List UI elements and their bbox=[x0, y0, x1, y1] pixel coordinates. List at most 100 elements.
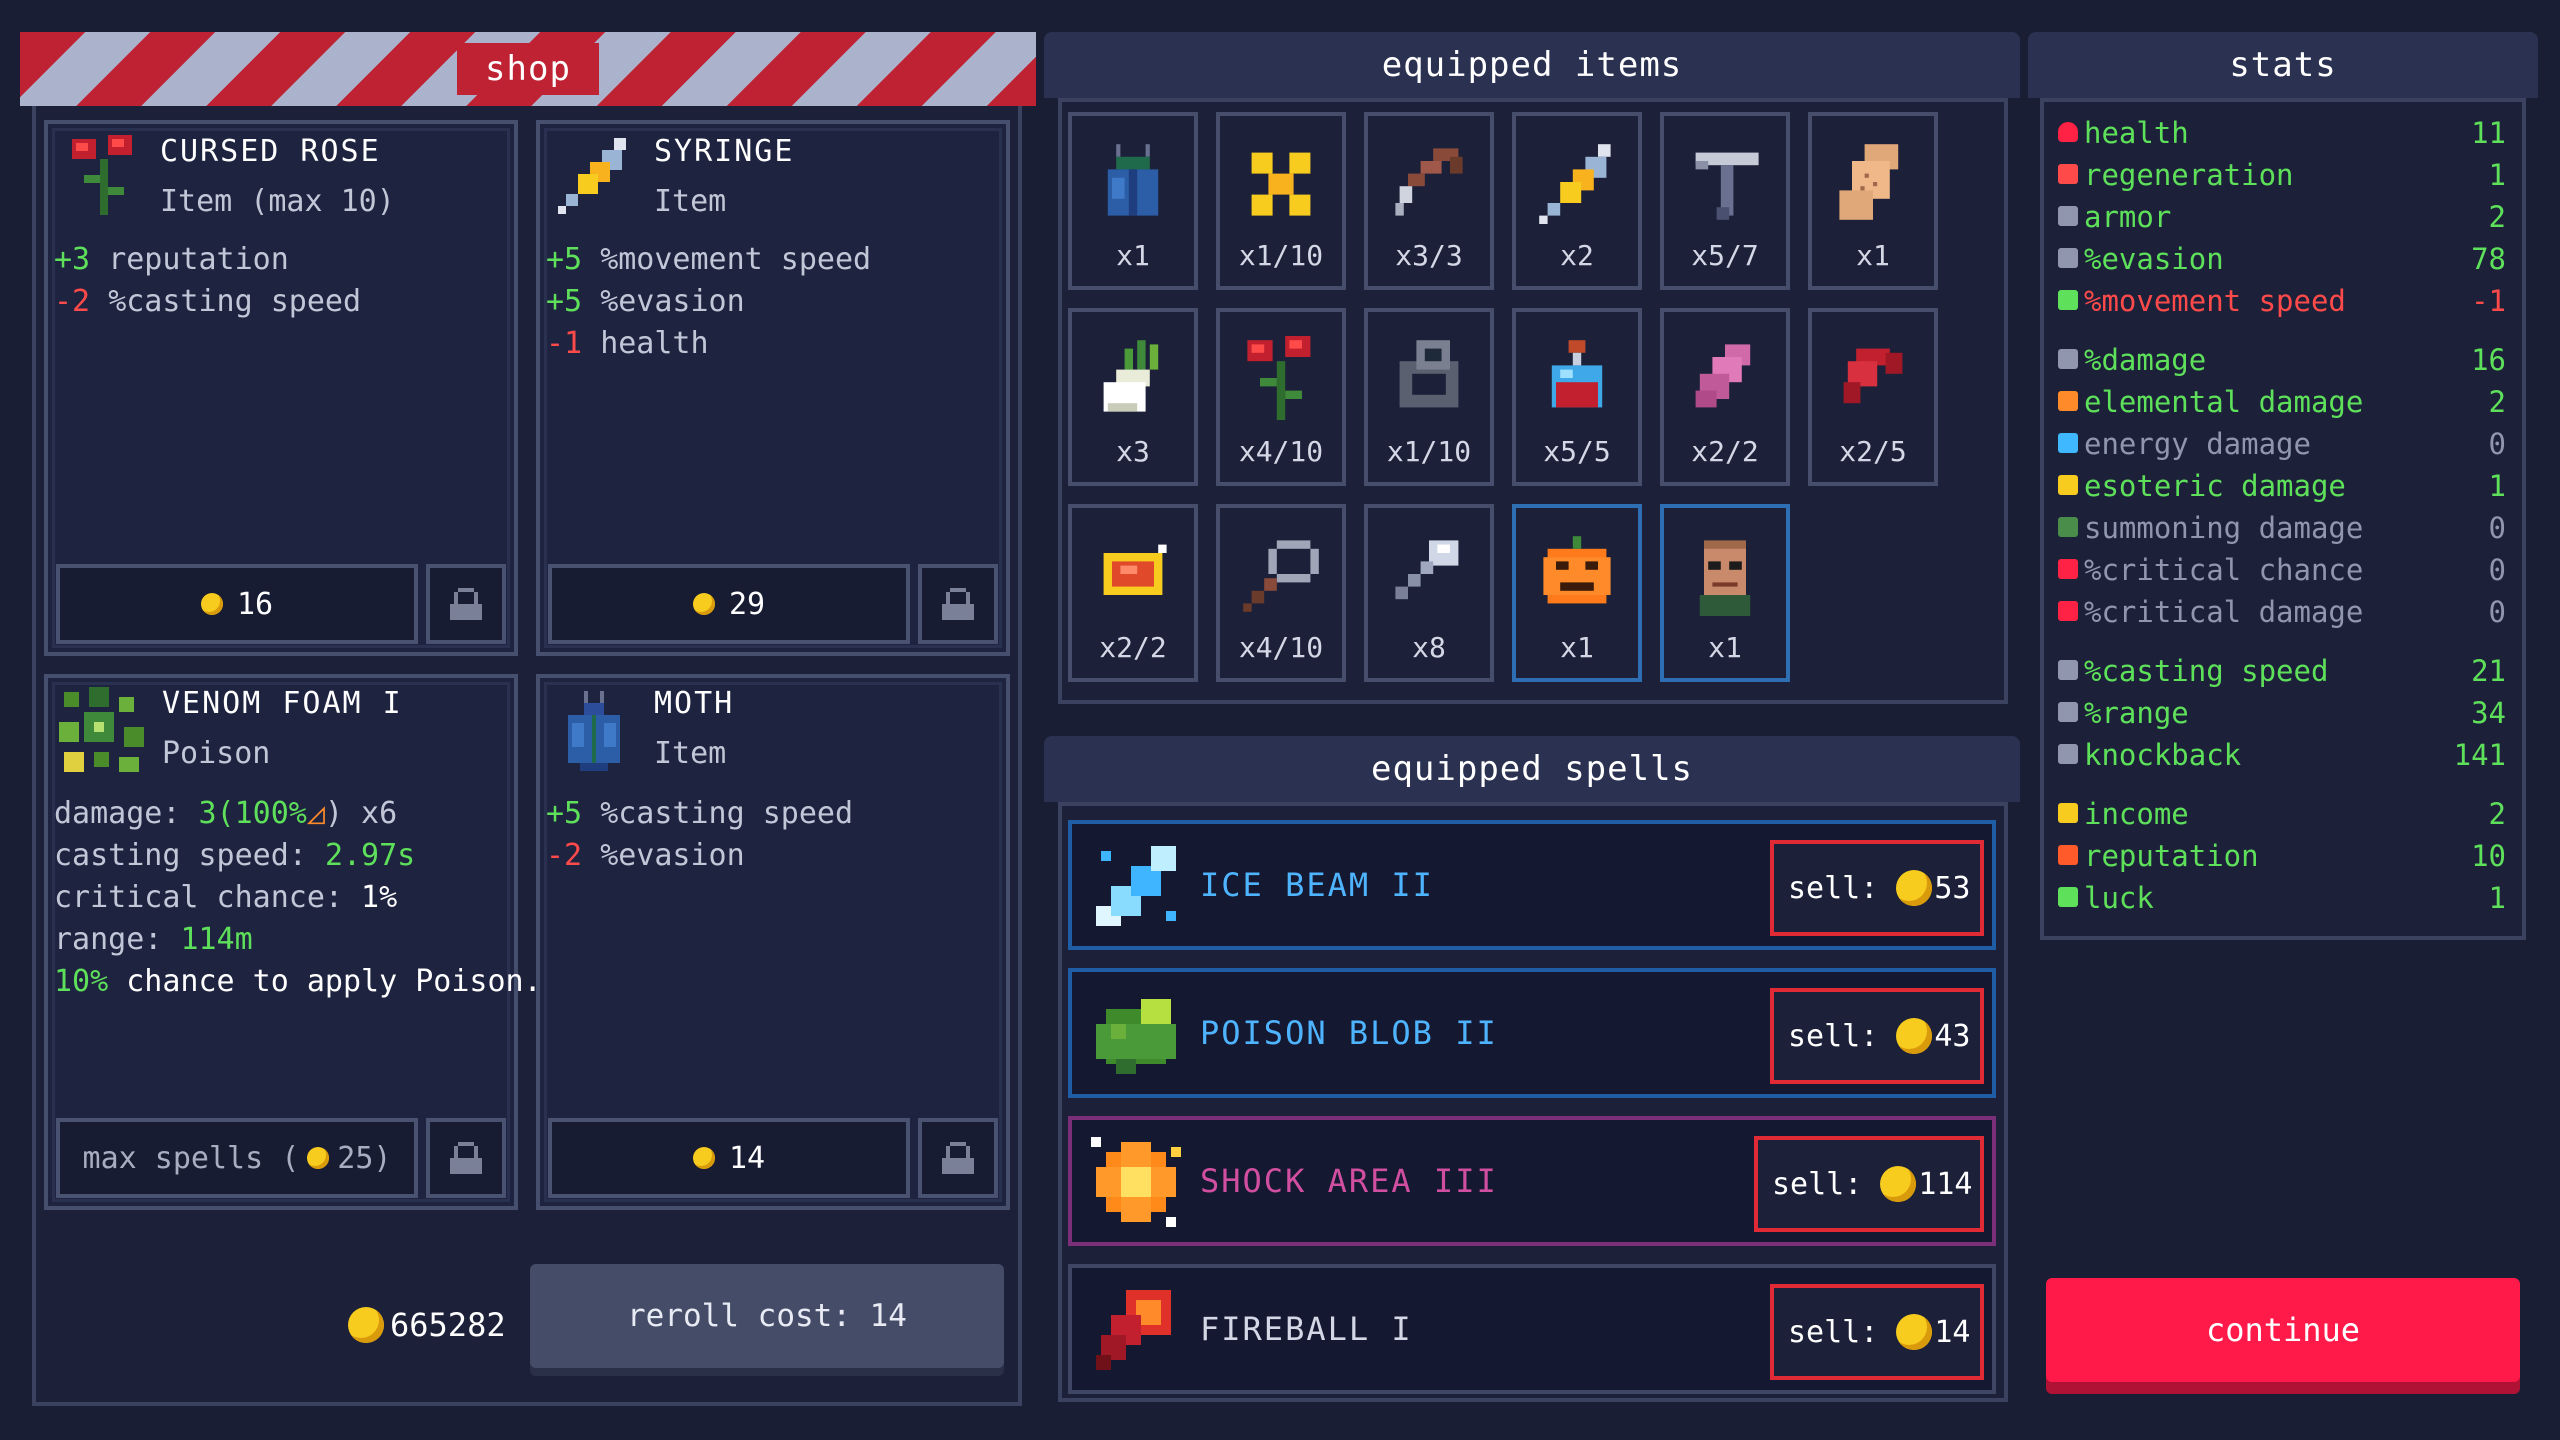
stat-row: armor 2 bbox=[2058, 200, 2506, 234]
stat-label: armor bbox=[2084, 200, 2172, 234]
buy-button[interactable]: 29 bbox=[548, 564, 910, 644]
stat-row: reputation 10 bbox=[2058, 839, 2506, 873]
coin-icon bbox=[1880, 1166, 1917, 1202]
crit-chance-icon bbox=[2058, 559, 2078, 579]
item-slot[interactable]: x4/10 bbox=[1216, 308, 1346, 486]
item-slot[interactable]: x2/2 bbox=[1068, 504, 1198, 682]
coin-icon bbox=[692, 593, 715, 615]
item-count: x1 bbox=[1560, 631, 1594, 664]
stat-row: energy damage 0 bbox=[2058, 427, 2506, 461]
stat-value: 10 bbox=[2471, 839, 2506, 873]
damage-icon bbox=[2058, 349, 2078, 369]
sell-button[interactable]: sell: 43 bbox=[1770, 988, 1984, 1084]
stat-row: %damage 16 bbox=[2058, 343, 2506, 377]
stat-row: knockback 141 bbox=[2058, 738, 2506, 772]
buy-button[interactable]: 16 bbox=[56, 564, 418, 644]
continue-button[interactable]: continue bbox=[2046, 1278, 2520, 1382]
item-count: x2 bbox=[1560, 239, 1594, 272]
item-slot[interactable]: x2/2 bbox=[1660, 308, 1790, 486]
sell-button[interactable]: sell: 53 bbox=[1770, 840, 1984, 936]
stat-value: -1 bbox=[2471, 284, 2506, 318]
reroll-button[interactable]: reroll cost: 14 bbox=[530, 1264, 1004, 1368]
sell-label: sell: bbox=[1788, 1314, 1879, 1350]
card-type: Item bbox=[654, 736, 727, 771]
stat-label: summoning damage bbox=[2084, 511, 2364, 545]
stat-value: 34 bbox=[2471, 696, 2506, 730]
item-slot[interactable]: x1/10 bbox=[1216, 112, 1346, 290]
price: 14 bbox=[728, 1140, 766, 1176]
lock-button[interactable] bbox=[426, 564, 506, 644]
stat-label: health bbox=[2084, 116, 2189, 150]
item-slot[interactable]: x5/5 bbox=[1512, 308, 1642, 486]
spell-row[interactable]: ICE BEAM II sell: 53 bbox=[1068, 820, 1996, 950]
coin-icon bbox=[200, 593, 223, 615]
stat-label: reputation bbox=[2084, 839, 2259, 873]
stat-row: summoning damage 0 bbox=[2058, 511, 2506, 545]
item-slot[interactable]: x2 bbox=[1512, 112, 1642, 290]
rose-icon bbox=[1247, 336, 1311, 420]
item-slot[interactable]: x5/7 bbox=[1660, 112, 1790, 290]
spell-stat-line: casting speed: 2.97s bbox=[54, 838, 416, 873]
coin-icon bbox=[1896, 1314, 1933, 1350]
eraser-icon bbox=[1695, 344, 1751, 408]
spell-name: POISON BLOB II bbox=[1200, 1014, 1498, 1052]
sell-button[interactable]: sell: 14 bbox=[1770, 1284, 1984, 1380]
wand-icon bbox=[2058, 660, 2078, 680]
effect-line: +5 %movement speed bbox=[546, 242, 872, 277]
item-count: x2/2 bbox=[1691, 435, 1759, 468]
crit-damage-icon bbox=[2058, 601, 2078, 621]
stat-value: 0 bbox=[2488, 595, 2506, 629]
stat-label: income bbox=[2084, 797, 2189, 831]
lock-button[interactable] bbox=[918, 564, 998, 644]
stat-label: energy damage bbox=[2084, 427, 2311, 461]
item-slot[interactable]: x1 bbox=[1808, 112, 1938, 290]
item-count: x5/5 bbox=[1543, 435, 1611, 468]
syringe-icon bbox=[1539, 144, 1611, 224]
spell-stat-line: damage: 3(100%◿) x6 bbox=[54, 796, 398, 831]
stat-label: %casting speed bbox=[2084, 654, 2329, 688]
item-slot[interactable]: x1 bbox=[1660, 504, 1790, 682]
card-type: Poison bbox=[162, 736, 271, 771]
stat-row: %critical damage 0 bbox=[2058, 595, 2506, 629]
moth-icon bbox=[568, 691, 620, 771]
sell-button[interactable]: sell: 114 bbox=[1754, 1136, 1984, 1232]
spell-row[interactable]: FIREBALL I sell: 14 bbox=[1068, 1264, 1996, 1394]
stat-value: 1 bbox=[2488, 158, 2506, 192]
item-slot[interactable]: x1/10 bbox=[1364, 308, 1494, 486]
item-slot[interactable]: x1 bbox=[1512, 504, 1642, 682]
shield-icon bbox=[2058, 206, 2078, 226]
spoon-icon bbox=[1395, 540, 1459, 600]
item-slot[interactable]: x8 bbox=[1364, 504, 1494, 682]
item-slot[interactable]: x1 bbox=[1068, 112, 1198, 290]
card-title: VENOM FOAM I bbox=[162, 686, 403, 721]
stat-label: %range bbox=[2084, 696, 2189, 730]
rainbow-icon bbox=[2058, 887, 2078, 907]
stat-label: esoteric damage bbox=[2084, 469, 2346, 503]
gold-dots-icon bbox=[1251, 152, 1311, 216]
coin-icon bbox=[692, 1147, 715, 1169]
item-slot[interactable]: x3/3 bbox=[1364, 112, 1494, 290]
effect-line: +5 %casting speed bbox=[546, 796, 854, 831]
item-count: x3/3 bbox=[1395, 239, 1463, 272]
spell-row[interactable]: SHOCK AREA III sell: 114 bbox=[1068, 1116, 1996, 1246]
spell-row[interactable]: POISON BLOB II sell: 43 bbox=[1068, 968, 1996, 1098]
stat-value: 2 bbox=[2488, 385, 2506, 419]
lock-button[interactable] bbox=[426, 1118, 506, 1198]
stat-row: luck 1 bbox=[2058, 881, 2506, 915]
sell-label: sell: bbox=[1788, 870, 1879, 906]
item-slot[interactable]: x4/10 bbox=[1216, 504, 1346, 682]
effect-line: -2 %evasion bbox=[546, 838, 745, 873]
buy-button[interactable]: 14 bbox=[548, 1118, 910, 1198]
lock-button[interactable] bbox=[918, 1118, 998, 1198]
item-slot[interactable]: x3 bbox=[1068, 308, 1198, 486]
item-count: x1/10 bbox=[1386, 435, 1472, 468]
lock-icon bbox=[942, 588, 974, 620]
item-count: x2/5 bbox=[1839, 435, 1907, 468]
stat-value: 78 bbox=[2471, 242, 2506, 276]
bandage-icon bbox=[1839, 144, 1899, 220]
item-slot[interactable]: x2/5 bbox=[1808, 308, 1938, 486]
potion-icon bbox=[1551, 340, 1603, 408]
stat-label: knockback bbox=[2084, 738, 2242, 772]
card-title: CURSED ROSE bbox=[160, 134, 381, 169]
chevrons-icon bbox=[2058, 290, 2078, 310]
